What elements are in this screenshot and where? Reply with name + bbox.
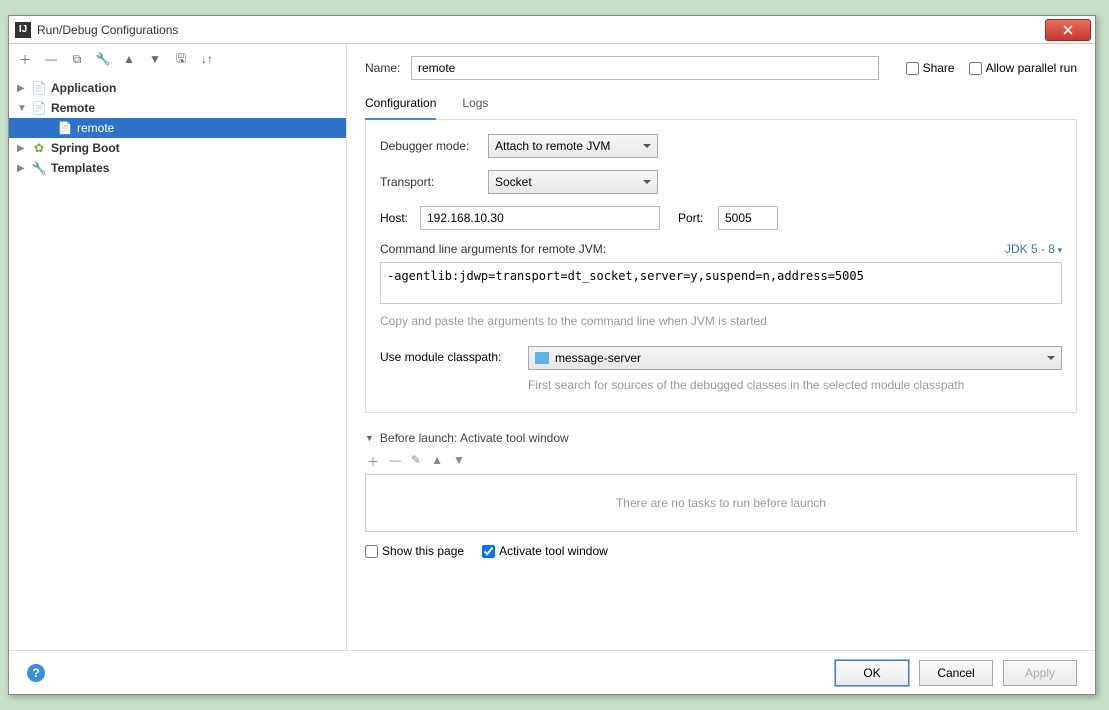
sort-button[interactable]: ↓↑: [199, 51, 215, 67]
cmd-args-label: Command line arguments for remote JVM:: [380, 242, 606, 256]
config-tree: ▶ 📄 Application ▼ 📄 Remote 📄 remote ▶ ✿ …: [9, 74, 346, 650]
right-options: Share Allow parallel run: [906, 61, 1077, 75]
name-row: Name: Share Allow parallel run: [365, 56, 1077, 80]
save-template-button[interactable]: 🖫: [173, 51, 189, 67]
tree-node-remote[interactable]: ▼ 📄 Remote: [9, 98, 346, 118]
close-icon: [1063, 25, 1073, 35]
window-title: Run/Debug Configurations: [37, 23, 1045, 37]
main-panel: Name: Share Allow parallel run Configura…: [347, 44, 1095, 650]
activate-tool-window-checkbox[interactable]: Activate tool window: [482, 544, 608, 558]
allow-parallel-checkbox[interactable]: Allow parallel run: [969, 61, 1077, 75]
tree-node-spring-boot[interactable]: ▶ ✿ Spring Boot: [9, 138, 346, 158]
module-icon: [535, 352, 549, 364]
copy-config-button[interactable]: ⧉: [69, 51, 85, 67]
sidebar: ＋ — ⧉ 🔧 ▲ ▼ 🖫 ↓↑ ▶ 📄 Application ▼ 📄 Re: [9, 44, 347, 650]
app-icon: IJ: [15, 22, 31, 38]
remove-config-button[interactable]: —: [43, 51, 59, 67]
footer-buttons: OK Cancel Apply: [835, 660, 1077, 686]
transport-label: Transport:: [380, 175, 488, 189]
tab-configuration[interactable]: Configuration: [365, 90, 436, 120]
help-button[interactable]: ?: [27, 664, 45, 682]
titlebar: IJ Run/Debug Configurations: [9, 16, 1095, 44]
move-down-button[interactable]: ▼: [147, 51, 163, 67]
chevron-down-icon: ▼: [17, 103, 29, 114]
config-toolbar: ＋ — ⧉ 🔧 ▲ ▼ 🖫 ↓↑: [9, 44, 346, 74]
remote-icon: 📄: [57, 121, 73, 135]
before-launch-section: ▼ Before launch: Activate tool window ＋ …: [365, 431, 1077, 558]
host-port-row: Host: Port:: [380, 206, 1062, 230]
module-select-wrap: message-server First search for sources …: [528, 346, 1062, 394]
before-launch-header[interactable]: ▼ Before launch: Activate tool window: [365, 431, 1077, 445]
share-checkbox[interactable]: Share: [906, 61, 955, 75]
move-up-button[interactable]: ▲: [121, 51, 137, 67]
tab-logs[interactable]: Logs: [462, 90, 488, 119]
chevron-right-icon: ▶: [17, 163, 29, 174]
debugger-mode-select[interactable]: Attach to remote JVM: [488, 134, 658, 158]
host-label: Host:: [380, 211, 420, 225]
debugger-mode-label: Debugger mode:: [380, 139, 488, 153]
name-input[interactable]: [411, 56, 879, 80]
host-input[interactable]: [420, 206, 660, 230]
port-label: Port:: [678, 211, 718, 225]
run-debug-dialog: IJ Run/Debug Configurations ＋ — ⧉ 🔧 ▲ ▼ …: [8, 15, 1096, 695]
chevron-right-icon: ▶: [17, 83, 29, 94]
settings-icon[interactable]: 🔧: [95, 51, 111, 67]
transport-row: Transport: Socket: [380, 170, 1062, 194]
cmd-args-box[interactable]: -agentlib:jdwp=transport=dt_socket,serve…: [380, 262, 1062, 304]
launch-checks: Show this page Activate tool window: [365, 544, 1077, 558]
bl-add-button[interactable]: ＋: [367, 453, 379, 470]
name-label: Name:: [365, 61, 411, 75]
add-config-button[interactable]: ＋: [17, 51, 33, 67]
tree-node-remote-child[interactable]: 📄 remote: [9, 118, 346, 138]
chevron-right-icon: ▶: [17, 143, 29, 154]
show-this-page-checkbox[interactable]: Show this page: [365, 544, 464, 558]
configuration-panel: Debugger mode: Attach to remote JVM Tran…: [365, 120, 1077, 413]
application-icon: 📄: [31, 81, 47, 95]
remote-icon: 📄: [31, 101, 47, 115]
bl-remove-button[interactable]: —: [389, 453, 401, 470]
chevron-down-icon: ▼: [365, 433, 374, 443]
bl-edit-button[interactable]: ✎: [411, 453, 421, 470]
dialog-body: ＋ — ⧉ 🔧 ▲ ▼ 🖫 ↓↑ ▶ 📄 Application ▼ 📄 Re: [9, 44, 1095, 650]
bl-up-button[interactable]: ▲: [431, 453, 443, 470]
before-launch-empty: There are no tasks to run before launch: [365, 474, 1077, 532]
port-input[interactable]: [718, 206, 778, 230]
before-launch-toolbar: ＋ — ✎ ▲ ▼: [367, 453, 1077, 470]
wrench-icon: 🔧: [31, 161, 47, 175]
dialog-footer: ? OK Cancel Apply: [9, 650, 1095, 694]
transport-select[interactable]: Socket: [488, 170, 658, 194]
module-classpath-select[interactable]: message-server: [528, 346, 1062, 370]
module-hint: First search for sources of the debugged…: [528, 376, 1062, 394]
debugger-mode-row: Debugger mode: Attach to remote JVM: [380, 134, 1062, 158]
spring-icon: ✿: [31, 141, 47, 155]
ok-button[interactable]: OK: [835, 660, 909, 686]
module-classpath-label: Use module classpath:: [380, 346, 528, 364]
tree-node-templates[interactable]: ▶ 🔧 Templates: [9, 158, 346, 178]
close-button[interactable]: [1045, 19, 1091, 41]
jdk-version-link[interactable]: JDK 5 - 8: [1005, 242, 1062, 256]
tree-node-application[interactable]: ▶ 📄 Application: [9, 78, 346, 98]
bl-down-button[interactable]: ▼: [453, 453, 465, 470]
apply-button[interactable]: Apply: [1003, 660, 1077, 686]
tabs: Configuration Logs: [365, 90, 1077, 120]
cmd-args-label-row: Command line arguments for remote JVM: J…: [380, 242, 1062, 256]
module-row: Use module classpath: message-server Fir…: [380, 346, 1062, 394]
cmd-args-hint: Copy and paste the arguments to the comm…: [380, 314, 1062, 328]
cancel-button[interactable]: Cancel: [919, 660, 993, 686]
